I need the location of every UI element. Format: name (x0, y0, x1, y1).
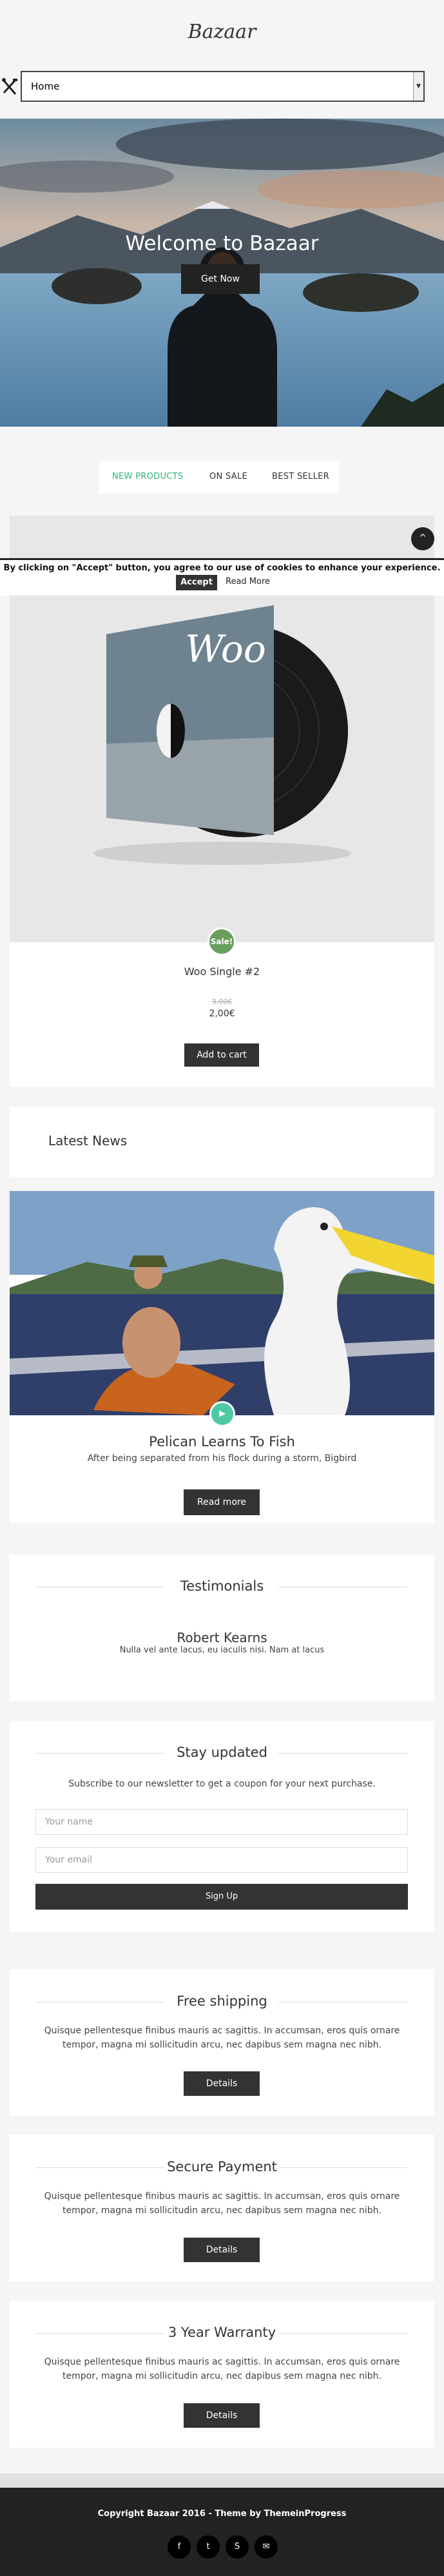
details-button-warranty[interactable]: Details (184, 2403, 260, 2428)
feature-text-line2: tempor, magna mi sollicitudin arcu, nec … (63, 2371, 381, 2381)
footer-top-strip (0, 2474, 444, 2488)
feature-text-line2: tempor, magna mi sollicitudin arcu, nec … (63, 2040, 381, 2050)
news-image[interactable] (10, 1191, 434, 1415)
cookie-text: By clicking on "Accept" button, you agre… (3, 563, 441, 573)
testimonial-quote: Nulla vel ante lacus, eu iaculis nisi. N… (119, 1645, 325, 1655)
nav-selected-value: Home (31, 81, 60, 92)
latest-news-heading: Latest News (48, 1133, 128, 1148)
get-now-button[interactable]: Get Now (181, 264, 260, 294)
feature-title-warranty: 3 Year Warranty (168, 2325, 276, 2340)
footer (0, 2488, 444, 2576)
facebook-icon[interactable]: f (168, 2535, 191, 2559)
twitter-icon[interactable]: t (197, 2535, 220, 2559)
details-button-shipping[interactable]: Details (184, 2071, 260, 2096)
news-post-title[interactable]: Pelican Learns To Fish (10, 1434, 434, 1449)
feature-title-payment: Secure Payment (167, 2159, 277, 2174)
testimonials-card (10, 1554, 434, 1701)
news-excerpt: After being separated from his flock dur… (87, 1453, 357, 1464)
newsletter-heading: Stay updated (177, 1745, 267, 1760)
tab-best-seller[interactable]: BEST SELLER (272, 472, 329, 481)
album-text: Woo (185, 627, 266, 671)
feature-title-shipping: Free shipping (177, 1993, 267, 2009)
newsletter-text: Subscribe to our newsletter to get a cou… (68, 1779, 376, 1789)
feature-text-line1: Quisque pellentesque finibus mauris ac s… (44, 2026, 400, 2036)
add-to-cart-button[interactable]: Add to cart (184, 1043, 259, 1067)
sign-up-button[interactable]: Sign Up (35, 1884, 408, 1910)
testimonials-heading: Testimonials (180, 1578, 264, 1594)
name-field[interactable]: Your name (35, 1809, 408, 1835)
product-old-price: 3,00€ (211, 998, 233, 1006)
email-field[interactable]: Your email (35, 1847, 408, 1873)
tools-icon[interactable] (1, 77, 18, 97)
tab-on-sale[interactable]: ON SALE (209, 472, 247, 481)
feature-text-line1: Quisque pellentesque finibus mauris ac s… (44, 2191, 400, 2202)
read-more-button[interactable]: Read more (184, 1489, 260, 1515)
footer-copyright: Copyright Bazaar 2016 - Theme by Themein… (97, 2509, 347, 2519)
product-name[interactable]: Woo Single #2 (10, 965, 434, 978)
site-logo[interactable]: Bazaar (0, 21, 444, 43)
nav-menu-select[interactable]: Home ▼ (21, 71, 425, 102)
product-image-top (10, 516, 434, 558)
accept-cookies-button[interactable]: Accept (176, 575, 217, 590)
testimonial-author: Robert Kearns (177, 1630, 267, 1645)
skype-icon[interactable]: S (226, 2535, 249, 2559)
sale-badge: Sale! (208, 927, 236, 956)
product-price: 2,00€ (209, 1009, 235, 1019)
feature-text-line1: Quisque pellentesque finibus mauris ac s… (44, 2357, 400, 2367)
email-icon[interactable]: ✉ (255, 2535, 278, 2559)
cookie-read-more-link[interactable]: Read More (226, 577, 270, 586)
feature-text-line2: tempor, magna mi sollicitudin arcu, nec … (63, 2205, 381, 2216)
hero-title: Welcome to Bazaar (125, 232, 319, 255)
chevron-down-icon: ▼ (413, 72, 423, 101)
tab-new-products[interactable]: NEW PRODUCTS (112, 472, 183, 481)
play-icon[interactable]: ▶ (209, 1401, 235, 1427)
details-button-payment[interactable]: Details (184, 2238, 260, 2262)
product-tabs: NEW PRODUCTS ON SALE BEST SELLER (99, 461, 339, 493)
scroll-up-icon[interactable]: ^ (411, 527, 434, 550)
